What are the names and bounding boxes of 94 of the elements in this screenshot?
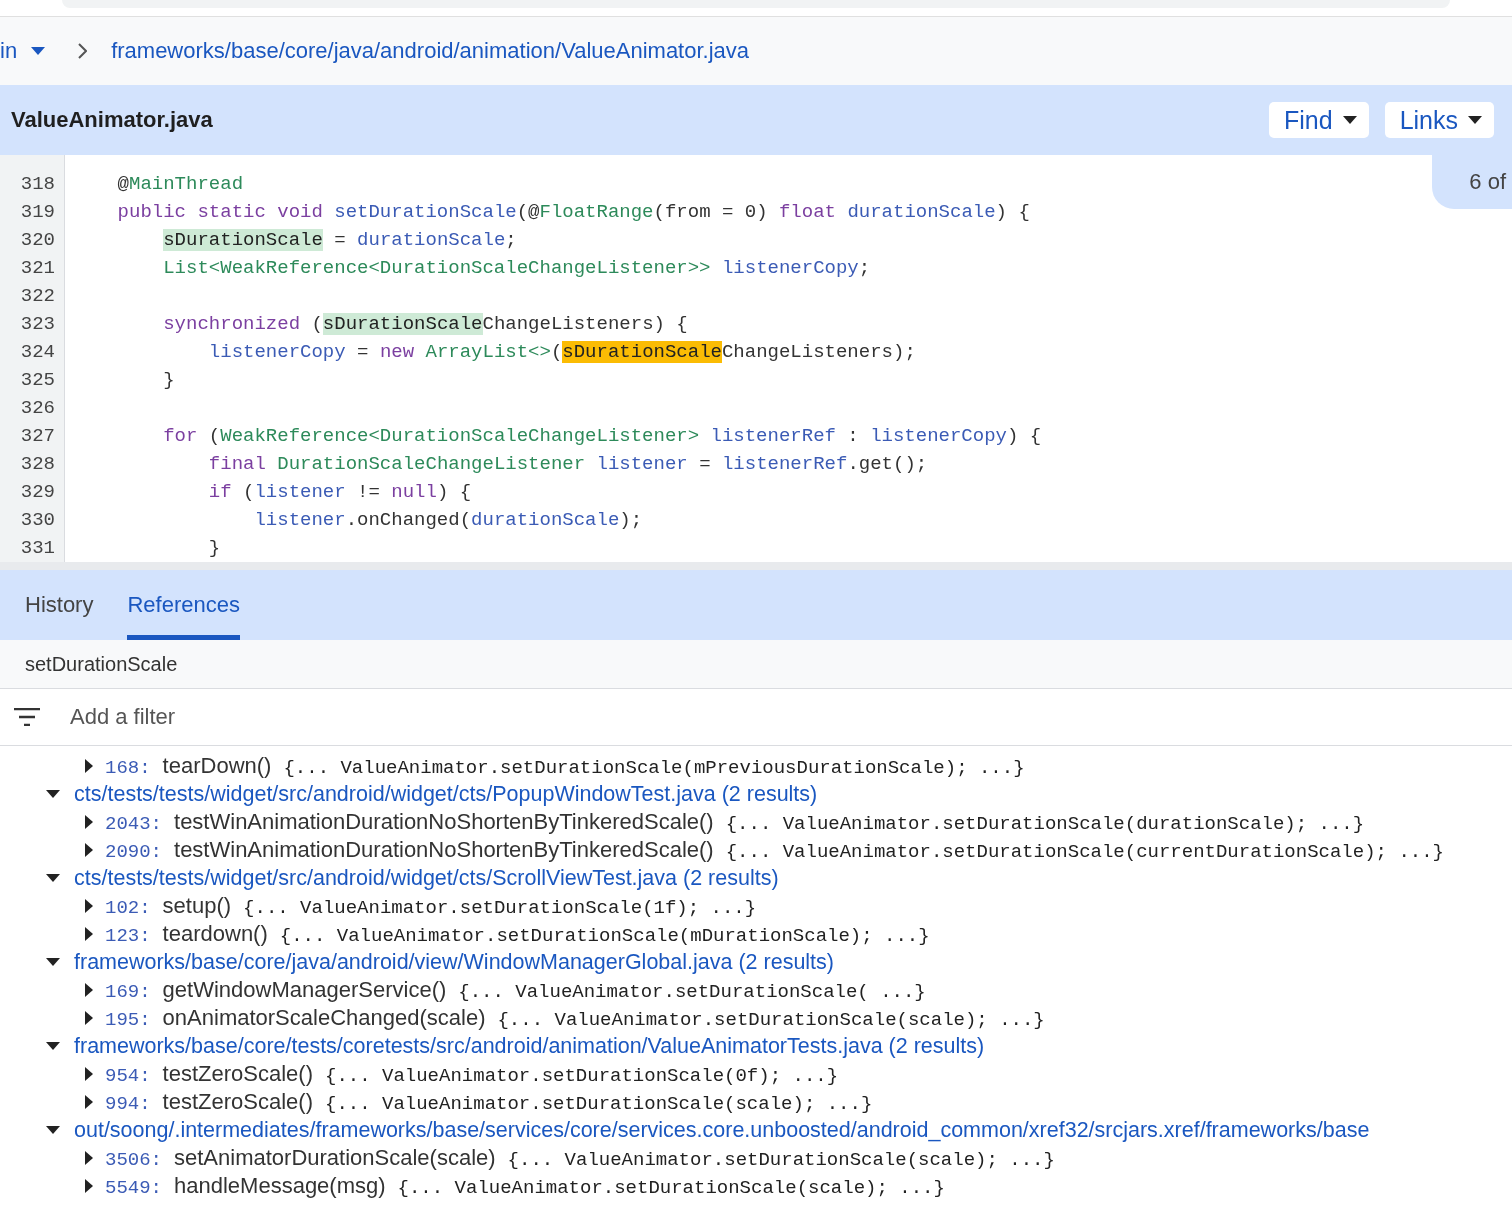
tab[interactable]: History bbox=[25, 570, 94, 640]
code-line: listener.onChanged(durationScale); bbox=[253, 508, 643, 533]
code-snippet: {... ValueAnimator.setDurationScale(currentDurationScale); ...} bbox=[725, 841, 1444, 863]
file-path-link[interactable]: cts/tests/tests/widget/src/android/widget/cts/PopupWindowTest.java (2 results) bbox=[74, 781, 818, 807]
function-name: testZeroScale() bbox=[162, 1061, 313, 1087]
line-number: 328 bbox=[19, 452, 56, 477]
caret-down-icon[interactable] bbox=[46, 789, 60, 799]
function-name: handleMessage(msg) bbox=[174, 1173, 386, 1199]
function-name: testWinAnimationDurationNoShortenByTinkeredScale() bbox=[174, 809, 714, 835]
function-name: onAnimatorScaleChanged(scale) bbox=[162, 1005, 486, 1031]
code-line: final DurationScaleChangeListener listener = listenerRef.get(); bbox=[207, 452, 928, 477]
code-snippet: {... ValueAnimator.setDurationScale(scale); ...} bbox=[507, 1149, 1055, 1171]
line-number: 331 bbox=[19, 536, 56, 561]
line-number: 321 bbox=[19, 256, 56, 281]
function-name: testZeroScale() bbox=[162, 1089, 313, 1115]
caret-down-icon bbox=[1468, 116, 1482, 124]
code-line: synchronized (sDurationScaleChangeListeners) { bbox=[162, 312, 688, 337]
line-number-link[interactable]: 994: bbox=[105, 1093, 151, 1115]
line-number: 322 bbox=[19, 284, 56, 309]
caret-right-icon[interactable] bbox=[84, 1151, 93, 1165]
line-number-link[interactable]: 3506: bbox=[105, 1149, 162, 1171]
line-number-link[interactable]: 954: bbox=[105, 1065, 151, 1087]
chevron-right-icon bbox=[77, 43, 88, 59]
caret-right-icon[interactable] bbox=[84, 1095, 93, 1109]
line-number: 324 bbox=[19, 340, 56, 365]
code-line: public static void setDurationScale(@FloatRange(from = 0) float durationScale) { bbox=[116, 200, 1030, 225]
code-line: } bbox=[207, 536, 221, 561]
line-number-link[interactable]: 2043: bbox=[105, 813, 162, 835]
line-number: 330 bbox=[19, 508, 56, 533]
function-name: testWinAnimationDurationNoShortenByTinkeredScale() bbox=[174, 837, 714, 863]
function-name: getWindowManagerService() bbox=[162, 977, 447, 1003]
line-number: 329 bbox=[19, 480, 56, 505]
code-snippet: {... ValueAnimator.setDurationScale(1f); ...} bbox=[243, 897, 757, 919]
caret-right-icon[interactable] bbox=[84, 815, 93, 829]
code-line: } bbox=[162, 368, 175, 393]
caret-right-icon[interactable] bbox=[84, 1067, 93, 1081]
line-number: 327 bbox=[19, 424, 56, 449]
caret-down-icon[interactable] bbox=[46, 1125, 60, 1135]
caret-down-icon[interactable] bbox=[46, 957, 60, 967]
line-number-link[interactable]: 169: bbox=[105, 981, 151, 1003]
code-line: sDurationScale = durationScale; bbox=[162, 228, 517, 253]
line-number: 318 bbox=[19, 172, 56, 197]
caret-down-icon[interactable] bbox=[46, 1041, 60, 1051]
line-number-link[interactable]: 123: bbox=[105, 925, 151, 947]
file-path-link[interactable]: frameworks/base/core/java/android/view/WindowManagerGlobal.java (2 results) bbox=[74, 949, 834, 975]
code-line: @MainThread bbox=[116, 172, 244, 197]
code-snippet: {... ValueAnimator.setDurationScale(scale); ...} bbox=[325, 1093, 873, 1115]
code-line: if (listener != null) { bbox=[207, 480, 472, 505]
caret-right-icon[interactable] bbox=[84, 1011, 93, 1025]
code-snippet: {... ValueAnimator.setDurationScale(scale); ...} bbox=[397, 1177, 945, 1199]
code-line: List<WeakReference<DurationScaleChangeListener>> listenerCopy; bbox=[162, 256, 871, 281]
dropdown-button[interactable]: Find bbox=[1269, 102, 1369, 138]
file-path-link[interactable]: cts/tests/tests/widget/src/android/widget/cts/ScrollViewTest.java (2 results) bbox=[74, 865, 779, 891]
line-number: 325 bbox=[19, 368, 56, 393]
code-line: for (WeakReference<DurationScaleChangeListener> listenerRef : listenerCopy) { bbox=[162, 424, 1042, 449]
caret-down-icon bbox=[1342, 116, 1357, 124]
line-number-link[interactable]: 168: bbox=[105, 757, 151, 779]
branch-selector[interactable]: in bbox=[0, 38, 18, 64]
code-line: listenerCopy = new ArrayList<>(sDurationScaleChangeListeners); bbox=[207, 340, 916, 365]
function-name: setup() bbox=[162, 893, 232, 919]
caret-right-icon[interactable] bbox=[84, 927, 93, 941]
file-path-link[interactable]: frameworks/base/core/tests/coretests/src/android/animation/ValueAnimatorTests.java (2 results) bbox=[74, 1033, 985, 1059]
line-number-link[interactable]: 5549: bbox=[105, 1177, 162, 1199]
caret-right-icon[interactable] bbox=[84, 759, 93, 773]
line-number-link[interactable]: 195: bbox=[105, 1009, 151, 1031]
code-snippet: {... ValueAnimator.setDurationScale(0f); ...} bbox=[325, 1065, 839, 1087]
line-number-link[interactable]: 102: bbox=[105, 897, 151, 919]
match-counter: 6 of bbox=[1432, 155, 1512, 209]
code-snippet: {... ValueAnimator.setDurationScale(durationScale); ...} bbox=[725, 813, 1365, 835]
line-number: 326 bbox=[19, 396, 56, 421]
file-path-link[interactable]: out/soong/.intermediates/frameworks/base/services/core/services.core.unboosted/android_common/xref32/srcjars.xref/frameworks/base bbox=[74, 1117, 1370, 1143]
caret-down-icon[interactable] bbox=[31, 47, 46, 55]
filter-input[interactable]: Add a filter bbox=[68, 703, 1512, 731]
dropdown-button[interactable]: Links bbox=[1384, 102, 1494, 138]
function-name: teardown() bbox=[162, 921, 268, 947]
caret-right-icon[interactable] bbox=[84, 843, 93, 857]
function-name: tearDown() bbox=[162, 753, 272, 779]
file-path-link[interactable]: frameworks/base/core/java/android/animation/ValueAnimator.java bbox=[111, 38, 750, 64]
file-title: ValueAnimator.java bbox=[11, 107, 214, 133]
code-snippet: {... ValueAnimator.setDurationScale(mDurationScale); ...} bbox=[279, 925, 930, 947]
line-number: 323 bbox=[19, 312, 56, 337]
caret-down-icon[interactable] bbox=[46, 873, 60, 883]
caret-right-icon[interactable] bbox=[84, 899, 93, 913]
line-number: 320 bbox=[19, 228, 56, 253]
code-snippet: {... ValueAnimator.setDurationScale(scale); ...} bbox=[497, 1009, 1045, 1031]
caret-right-icon[interactable] bbox=[84, 1179, 93, 1193]
line-number-link[interactable]: 2090: bbox=[105, 841, 162, 863]
code-snippet: {... ValueAnimator.setDurationScale(mPreviousDurationScale); ...} bbox=[283, 757, 1025, 779]
caret-right-icon[interactable] bbox=[84, 983, 93, 997]
function-name: setAnimatorDurationScale(scale) bbox=[174, 1145, 496, 1171]
line-number: 319 bbox=[19, 200, 56, 225]
code-snippet: {... ValueAnimator.setDurationScale( ...} bbox=[458, 981, 926, 1003]
filter-icon[interactable] bbox=[14, 708, 40, 726]
references-title: setDurationScale bbox=[0, 640, 1512, 689]
